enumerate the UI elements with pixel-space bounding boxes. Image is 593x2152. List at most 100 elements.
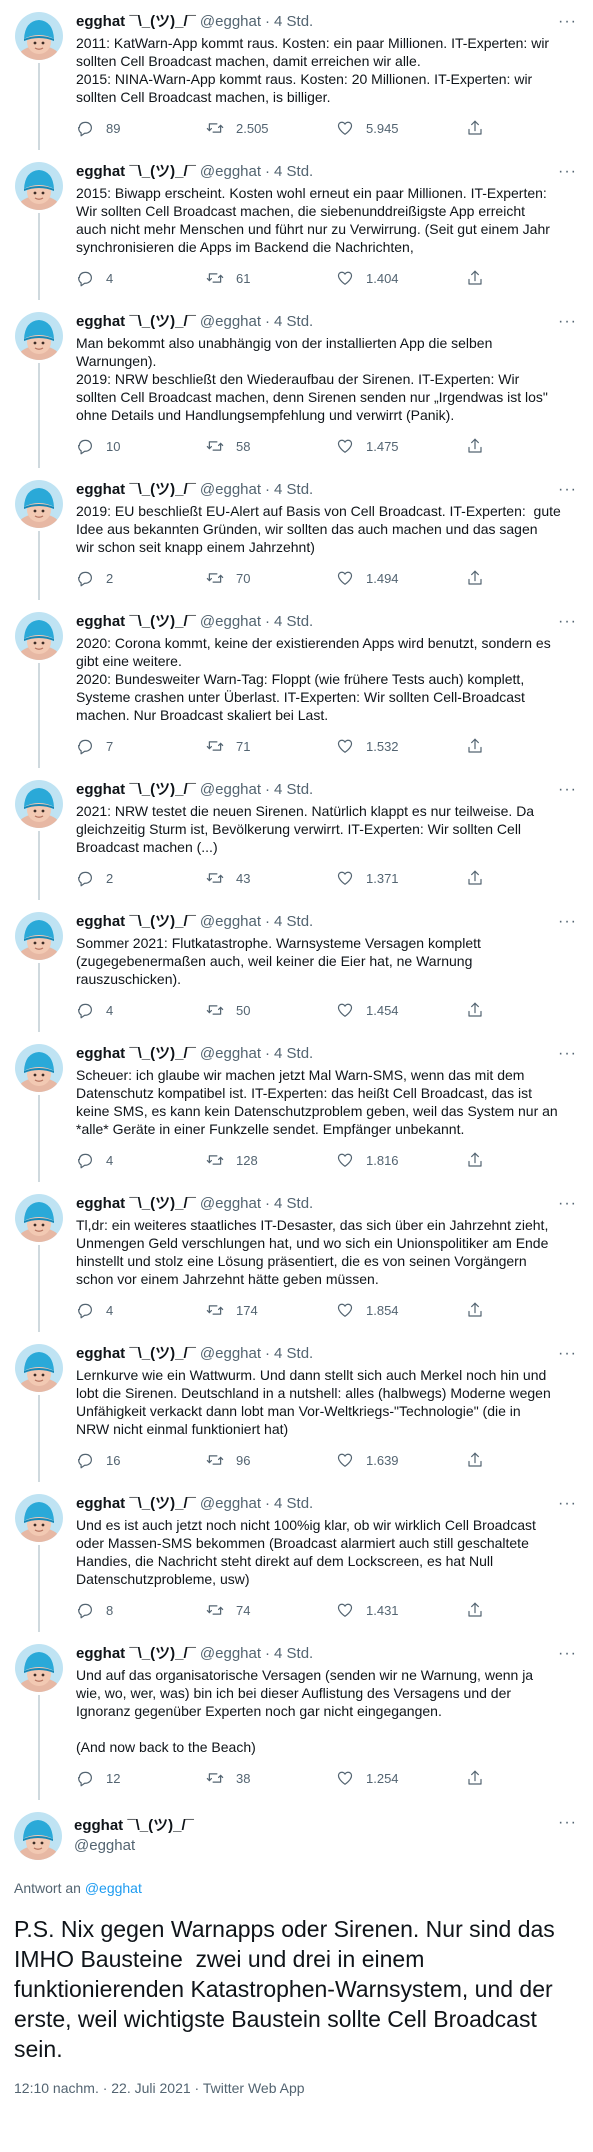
author-handle[interactable]: @egghat bbox=[200, 912, 261, 932]
author-handle[interactable]: @egghat bbox=[200, 480, 261, 500]
tweet[interactable]: egghat ¯\_(ツ)_/¯ @egghat · 4 Std. ··· Und auf… bbox=[0, 1632, 593, 1800]
tweet-time[interactable]: 4 Std. bbox=[274, 612, 313, 632]
author-handle[interactable]: @egghat bbox=[200, 1344, 261, 1364]
tweet-time[interactable]: 4 Std. bbox=[274, 780, 313, 800]
more-icon[interactable]: ··· bbox=[558, 780, 577, 800]
tweet[interactable]: egghat ¯\_(ツ)_/¯ @egghat · 4 Std. ··· Sommer … bbox=[0, 900, 593, 1032]
reply-handle-link[interactable]: @egghat bbox=[85, 1880, 142, 1896]
retweet-button[interactable]: 50 bbox=[206, 1001, 336, 1019]
reply-button[interactable]: 16 bbox=[76, 1451, 206, 1469]
tweet-time[interactable]: 4 Std. bbox=[274, 312, 313, 332]
author-handle[interactable]: @egghat bbox=[200, 312, 261, 332]
like-button[interactable]: 1.639 bbox=[336, 1451, 466, 1469]
avatar[interactable] bbox=[15, 1194, 63, 1242]
author-name[interactable]: egghat ¯\_(ツ)_/¯ bbox=[76, 162, 196, 182]
tweet-time[interactable]: 4 Std. bbox=[274, 1044, 313, 1064]
share-button[interactable] bbox=[466, 569, 496, 587]
like-button[interactable]: 1.431 bbox=[336, 1601, 466, 1619]
author-handle[interactable]: @egghat bbox=[200, 780, 261, 800]
tweet[interactable]: egghat ¯\_(ツ)_/¯ @egghat · 4 Std. ··· Man bek… bbox=[0, 300, 593, 468]
author-handle[interactable]: @egghat bbox=[200, 1044, 261, 1064]
share-button[interactable] bbox=[466, 1151, 496, 1169]
more-icon[interactable]: ··· bbox=[558, 912, 577, 932]
reply-button[interactable]: 12 bbox=[76, 1769, 206, 1787]
retweet-button[interactable]: 38 bbox=[206, 1769, 336, 1787]
tweet-time[interactable]: 4 Std. bbox=[274, 12, 313, 32]
avatar[interactable] bbox=[15, 162, 63, 210]
author-handle[interactable]: @egghat bbox=[200, 1494, 261, 1514]
reply-button[interactable]: 4 bbox=[76, 269, 206, 287]
share-button[interactable] bbox=[466, 437, 496, 455]
author-name[interactable]: egghat ¯\_(ツ)_/¯ bbox=[76, 912, 196, 932]
reply-button[interactable]: 2 bbox=[76, 569, 206, 587]
tweet-time[interactable]: 4 Std. bbox=[274, 480, 313, 500]
more-icon[interactable]: ··· bbox=[558, 1494, 577, 1514]
share-button[interactable] bbox=[466, 1601, 496, 1619]
reply-button[interactable]: 2 bbox=[76, 869, 206, 887]
tweet-time[interactable]: 4 Std. bbox=[274, 162, 313, 182]
like-button[interactable]: 1.254 bbox=[336, 1769, 466, 1787]
retweet-button[interactable]: 43 bbox=[206, 869, 336, 887]
tweet-meta[interactable]: 12:10 nachm. · 22. Juli 2021 · Twitter W… bbox=[0, 2064, 593, 2096]
more-icon[interactable]: ··· bbox=[558, 1644, 577, 1664]
share-button[interactable] bbox=[466, 119, 496, 137]
avatar[interactable] bbox=[15, 480, 63, 528]
like-button[interactable]: 1.854 bbox=[336, 1301, 466, 1319]
retweet-button[interactable]: 70 bbox=[206, 569, 336, 587]
share-button[interactable] bbox=[466, 1301, 496, 1319]
reply-button[interactable]: 4 bbox=[76, 1001, 206, 1019]
more-icon[interactable]: ··· bbox=[558, 12, 577, 32]
avatar[interactable] bbox=[15, 780, 63, 828]
author-name[interactable]: egghat ¯\_(ツ)_/¯ bbox=[76, 1044, 196, 1064]
tweet[interactable]: egghat ¯\_(ツ)_/¯ @egghat · 4 Std. ··· Scheuer… bbox=[0, 1032, 593, 1182]
tweet[interactable]: egghat ¯\_(ツ)_/¯ @egghat · 4 Std. ··· 2019: E… bbox=[0, 468, 593, 600]
author-handle[interactable]: @egghat bbox=[200, 1194, 261, 1214]
share-button[interactable] bbox=[466, 737, 496, 755]
avatar[interactable] bbox=[15, 1644, 63, 1692]
like-button[interactable]: 1.816 bbox=[336, 1151, 466, 1169]
retweet-button[interactable]: 174 bbox=[206, 1301, 336, 1319]
more-icon[interactable]: ··· bbox=[558, 162, 577, 182]
avatar[interactable] bbox=[15, 312, 63, 360]
avatar[interactable] bbox=[15, 12, 63, 60]
more-icon[interactable]: ··· bbox=[558, 1194, 577, 1214]
retweet-button[interactable]: 128 bbox=[206, 1151, 336, 1169]
retweet-button[interactable]: 61 bbox=[206, 269, 336, 287]
more-icon[interactable]: ··· bbox=[558, 612, 577, 632]
author-name[interactable]: egghat ¯\_(ツ)_/¯ bbox=[76, 1494, 196, 1514]
tweet-time[interactable]: 4 Std. bbox=[274, 1494, 313, 1514]
reply-button[interactable]: 4 bbox=[76, 1151, 206, 1169]
retweet-button[interactable]: 74 bbox=[206, 1601, 336, 1619]
retweet-button[interactable]: 71 bbox=[206, 737, 336, 755]
tweet[interactable]: egghat ¯\_(ツ)_/¯ @egghat · 4 Std. ··· Tl,dr: … bbox=[0, 1182, 593, 1332]
like-button[interactable]: 1.475 bbox=[336, 437, 466, 455]
author-name[interactable]: egghat ¯\_(ツ)_/¯ bbox=[76, 1644, 196, 1664]
like-button[interactable]: 1.494 bbox=[336, 569, 466, 587]
more-icon[interactable]: ··· bbox=[558, 312, 577, 332]
share-button[interactable] bbox=[466, 1001, 496, 1019]
author-handle[interactable]: @egghat bbox=[200, 1644, 261, 1664]
tweet[interactable]: egghat ¯\_(ツ)_/¯ @egghat · 4 Std. ··· Und es … bbox=[0, 1482, 593, 1632]
tweet[interactable]: egghat ¯\_(ツ)_/¯ @egghat · 4 Std. ··· 2021: N… bbox=[0, 768, 593, 900]
author-name[interactable]: egghat ¯\_(ツ)_/¯ bbox=[76, 312, 196, 332]
tweet-time[interactable]: 4 Std. bbox=[274, 1644, 313, 1664]
reply-button[interactable]: 89 bbox=[76, 119, 206, 137]
author-name[interactable]: egghat ¯\_(ツ)_/¯ bbox=[76, 12, 196, 32]
author-handle[interactable]: @egghat bbox=[200, 612, 261, 632]
reply-button[interactable]: 7 bbox=[76, 737, 206, 755]
more-icon[interactable]: ··· bbox=[558, 1344, 577, 1364]
author-name[interactable]: egghat ¯\_(ツ)_/¯ bbox=[76, 1344, 196, 1364]
share-button[interactable] bbox=[466, 869, 496, 887]
tweet[interactable]: egghat ¯\_(ツ)_/¯ @egghat · 4 Std. ··· 2011: K… bbox=[0, 0, 593, 150]
avatar[interactable] bbox=[15, 1344, 63, 1392]
author-name[interactable]: egghat ¯\_(ツ)_/¯ bbox=[76, 780, 196, 800]
retweet-button[interactable]: 2.505 bbox=[206, 119, 336, 137]
reply-button[interactable]: 4 bbox=[76, 1301, 206, 1319]
like-button[interactable]: 5.945 bbox=[336, 119, 466, 137]
avatar[interactable] bbox=[15, 612, 63, 660]
tweet[interactable]: egghat ¯\_(ツ)_/¯ @egghat · 4 Std. ··· Lernkur… bbox=[0, 1332, 593, 1482]
avatar[interactable] bbox=[14, 1812, 62, 1860]
share-button[interactable] bbox=[466, 1451, 496, 1469]
tweet-time[interactable]: 4 Std. bbox=[274, 912, 313, 932]
author-name[interactable]: egghat ¯\_(ツ)_/¯ bbox=[76, 1194, 196, 1214]
